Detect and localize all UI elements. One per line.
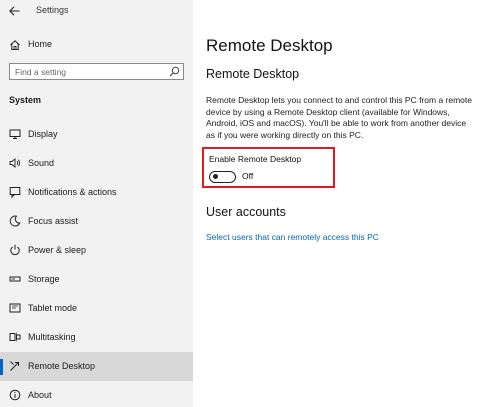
home-icon bbox=[10, 40, 20, 50]
display-icon bbox=[9, 129, 21, 139]
back-arrow-icon bbox=[8, 6, 19, 16]
sidebar-item-label: Power & sleep bbox=[28, 245, 87, 255]
title-bar: Settings bbox=[0, 0, 193, 22]
content-pane: Remote Desktop Remote Desktop Remote Des… bbox=[193, 0, 480, 407]
home-label: Home bbox=[28, 39, 53, 49]
sidebar-item-tablet-mode[interactable]: Tablet mode bbox=[0, 294, 193, 323]
toggle-knob bbox=[213, 174, 218, 180]
search-placeholder: Find a setting bbox=[15, 67, 67, 77]
sidebar-item-label: Multitasking bbox=[28, 332, 76, 342]
sidebar-item-display[interactable]: Display bbox=[0, 120, 193, 149]
sidebar-item-about[interactable]: About bbox=[0, 381, 193, 407]
highlight-box: Enable Remote Desktop Off bbox=[202, 147, 335, 188]
sidebar-item-focus-assist[interactable]: Focus assist bbox=[0, 207, 193, 236]
description-text: Remote Desktop lets you connect to and c… bbox=[206, 95, 472, 140]
sidebar-item-remote-desktop[interactable]: Remote Desktop bbox=[0, 352, 193, 381]
section-heading: Remote Desktop bbox=[206, 67, 300, 81]
sidebar-item-label: Remote Desktop bbox=[28, 361, 96, 371]
toggle-label: Enable Remote Desktop bbox=[209, 154, 302, 164]
select-users-link[interactable]: Select users that can remotely access th… bbox=[206, 232, 379, 242]
sidebar-item-label: Tablet mode bbox=[28, 303, 78, 313]
sidebar-item-multitasking[interactable]: Multitasking bbox=[0, 323, 193, 352]
home-nav-item[interactable]: Home bbox=[0, 34, 193, 56]
info-icon bbox=[9, 389, 21, 401]
tablet-icon bbox=[9, 303, 21, 313]
sidebar-item-label: Sound bbox=[28, 158, 55, 168]
user-accounts-heading: User accounts bbox=[206, 205, 286, 219]
sidebar-item-label: About bbox=[28, 390, 52, 400]
moon-icon bbox=[9, 215, 21, 227]
selection-indicator bbox=[0, 359, 3, 375]
sidebar-item-label: Notifications & actions bbox=[28, 187, 117, 197]
search-input[interactable]: Find a setting bbox=[9, 63, 184, 80]
sidebar-item-label: Focus assist bbox=[28, 216, 79, 226]
speaker-icon bbox=[9, 158, 20, 168]
page-title: Remote Desktop bbox=[206, 36, 333, 55]
sidebar: Settings Home Find a setting System Disp… bbox=[0, 0, 193, 407]
search-icon bbox=[169, 66, 180, 77]
sidebar-item-notifications[interactable]: Notifications & actions bbox=[0, 178, 193, 207]
sidebar-item-label: Display bbox=[28, 129, 58, 139]
sidebar-item-label: Storage bbox=[28, 274, 60, 284]
power-icon bbox=[10, 244, 20, 256]
sidebar-item-sound[interactable]: Sound bbox=[0, 149, 193, 178]
storage-icon bbox=[9, 276, 21, 282]
sidebar-item-storage[interactable]: Storage bbox=[0, 265, 193, 294]
back-button[interactable] bbox=[5, 3, 23, 19]
enable-remote-desktop-toggle[interactable] bbox=[209, 171, 236, 183]
section-label-system: System bbox=[9, 95, 42, 105]
remote-desktop-icon bbox=[10, 361, 19, 371]
multitasking-icon bbox=[9, 332, 21, 342]
toggle-state-text: Off bbox=[242, 171, 254, 181]
app-title: Settings bbox=[36, 5, 69, 15]
notification-icon bbox=[9, 187, 21, 198]
sidebar-item-power-sleep[interactable]: Power & sleep bbox=[0, 236, 193, 265]
